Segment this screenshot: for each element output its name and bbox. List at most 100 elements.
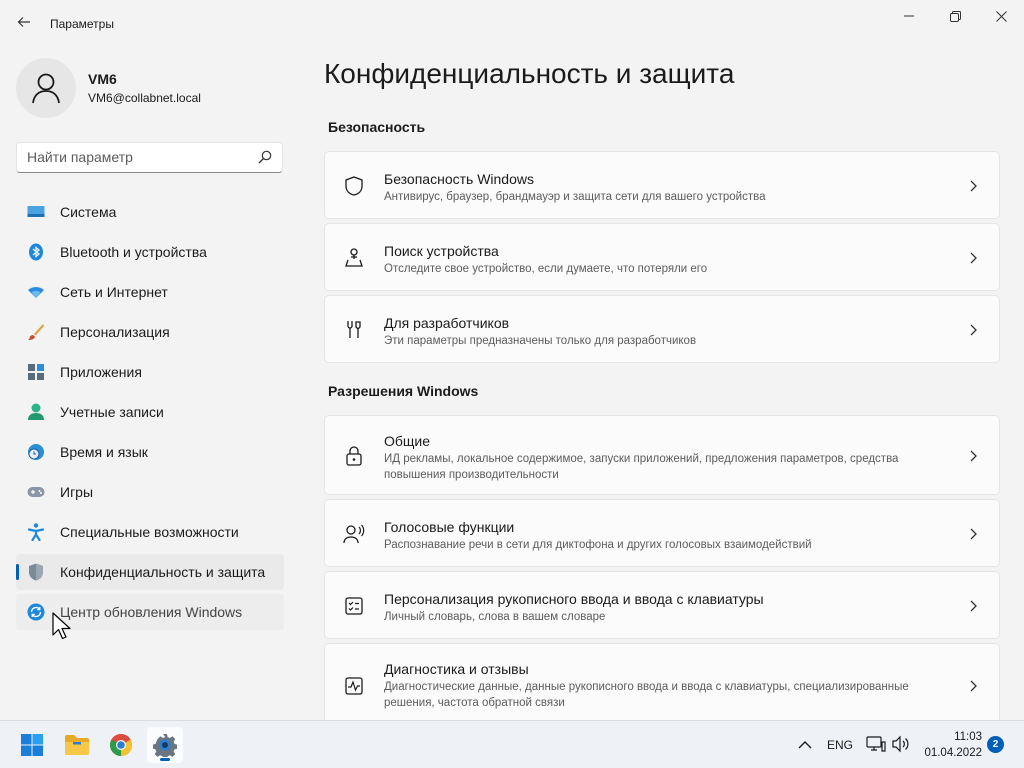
sidebar-item-label: Bluetooth и устройства: [60, 244, 207, 260]
sidebar-item-label: Сеть и Интернет: [60, 284, 168, 300]
card-general[interactable]: Общие ИД рекламы, локальное содержимое, …: [324, 415, 1000, 495]
card-find-my-device[interactable]: Поиск устройства Отследите свое устройст…: [324, 223, 1000, 291]
section-heading-windows-permissions: Разрешения Windows: [328, 383, 479, 399]
chevron-right-icon: [970, 528, 977, 540]
sidebar-item-apps[interactable]: Приложения: [16, 354, 284, 390]
diagnostics-icon: [343, 675, 365, 697]
sidebar-item-label: Время и язык: [60, 444, 148, 460]
section-heading-security: Безопасность: [328, 119, 426, 135]
clock-globe-icon: [27, 443, 45, 461]
sidebar-item-label: Учетные записи: [60, 404, 164, 420]
notification-badge[interactable]: 2: [987, 736, 1004, 753]
card-subtitle: Личный словарь, слова в вашем словаре: [384, 611, 606, 623]
user-name: VM6: [88, 71, 117, 87]
taskbar-settings[interactable]: [147, 727, 183, 763]
clock-time: 11:03: [954, 731, 982, 743]
taskbar-file-explorer[interactable]: [59, 727, 95, 763]
shield-icon: [27, 563, 45, 581]
chrome-icon: [110, 734, 132, 756]
lock-icon: [343, 445, 365, 467]
card-title: Голосовые функции: [384, 519, 515, 535]
developer-tools-icon: [343, 319, 365, 341]
app-title: Параметры: [50, 17, 114, 31]
chevron-right-icon: [970, 600, 977, 612]
shield-outline-icon: [343, 175, 365, 197]
search-box[interactable]: [16, 142, 283, 173]
windows-start-icon: [21, 734, 43, 756]
card-subtitle: ИД рекламы, локальное содержимое, запуск…: [384, 453, 899, 481]
search-input[interactable]: [27, 149, 252, 165]
sidebar-item-label: Специальные возможности: [60, 524, 239, 540]
sidebar-item-label: Центр обновления Windows: [60, 604, 243, 620]
input-language[interactable]: ENG: [827, 738, 853, 752]
chevron-right-icon: [970, 252, 977, 264]
search-icon[interactable]: [258, 150, 272, 169]
chevron-right-icon: [970, 180, 977, 192]
sidebar-item-system[interactable]: Система: [16, 194, 284, 230]
card-subtitle: Диагностические данные, данные рукописно…: [384, 681, 909, 709]
apps-icon: [27, 363, 45, 381]
card-subtitle: Антивирус, браузер, брандмауэр и защита …: [384, 191, 766, 203]
card-title: Для разработчиков: [384, 315, 510, 331]
back-arrow-icon[interactable]: [12, 10, 36, 36]
user-profile[interactable]: VM6 VM6@collabnet.local: [16, 56, 286, 120]
card-speech[interactable]: Голосовые функции Распознавание речи в с…: [324, 499, 1000, 567]
sidebar-item-label: Игры: [60, 484, 94, 500]
sidebar-item-time-language[interactable]: Время и язык: [16, 434, 284, 470]
sidebar-item-privacy-security[interactable]: Конфиденциальность и защита: [16, 554, 284, 590]
sidebar-item-label: Приложения: [60, 364, 142, 380]
sidebar-item-accessibility[interactable]: Специальные возможности: [16, 514, 284, 550]
taskbar-clock[interactable]: 11:03 01.04.2022: [924, 729, 982, 761]
person-icon: [32, 73, 60, 104]
card-title: Диагностика и отзывы: [384, 661, 529, 677]
card-title: Поиск устройства: [384, 243, 499, 259]
card-subtitle: Отследите свое устройство, если думаете,…: [384, 263, 708, 275]
sidebar-item-network[interactable]: Сеть и Интернет: [16, 274, 284, 310]
sidebar-item-personalization[interactable]: Персонализация: [16, 314, 284, 350]
account-icon: [27, 403, 45, 421]
card-subtitle: Эти параметры предназначены только для р…: [384, 335, 697, 347]
taskbar-start-button[interactable]: [14, 727, 50, 763]
speech-icon: [343, 523, 365, 545]
sidebar-item-label: Конфиденциальность и защита: [60, 564, 266, 580]
user-email: VM6@collabnet.local: [88, 91, 201, 105]
active-app-indicator: [160, 758, 170, 761]
card-title: Персонализация рукописного ввода и ввода…: [384, 591, 764, 607]
bluetooth-icon: [27, 243, 45, 261]
chevron-right-icon: [970, 324, 977, 336]
avatar[interactable]: [16, 58, 76, 118]
clock-date: 01.04.2022: [924, 747, 982, 759]
sidebar-item-bluetooth[interactable]: Bluetooth и устройства: [16, 234, 284, 270]
sidebar-item-label: Система: [60, 204, 117, 220]
card-windows-security[interactable]: Безопасность Windows Антивирус, браузер,…: [324, 151, 1000, 219]
location-person-icon: [343, 247, 365, 269]
monitor-icon: [27, 203, 45, 221]
folder-icon: [65, 735, 89, 755]
sidebar-item-accounts[interactable]: Учетные записи: [16, 394, 284, 430]
brush-icon: [27, 323, 45, 341]
gamepad-icon: [27, 483, 45, 501]
taskbar-chrome[interactable]: [103, 727, 139, 763]
checklist-icon: [343, 595, 365, 617]
page-title: Конфиденциальность и защита: [324, 58, 735, 89]
network-icon[interactable]: [866, 734, 886, 754]
card-title: Общие: [384, 433, 431, 449]
card-title: Безопасность Windows: [384, 171, 534, 187]
volume-icon[interactable]: [891, 734, 911, 754]
wifi-icon: [27, 283, 45, 301]
selection-indicator: [16, 564, 19, 580]
sidebar-nav: Система Bluetooth и устройства Сеть и Ин…: [16, 194, 284, 634]
chevron-right-icon: [970, 450, 977, 462]
card-inking-typing[interactable]: Персонализация рукописного ввода и ввода…: [324, 571, 1000, 639]
chevron-right-icon: [970, 680, 977, 692]
card-for-developers[interactable]: Для разработчиков Эти параметры предназн…: [324, 295, 1000, 363]
sidebar-item-gaming[interactable]: Игры: [16, 474, 284, 510]
card-diagnostics-feedback[interactable]: Диагностика и отзывы Диагностические дан…: [324, 643, 1000, 720]
main-content: Конфиденциальность и защита Безопасность…: [324, 0, 1024, 720]
update-icon: [27, 603, 45, 621]
accessibility-icon: [27, 523, 45, 541]
card-subtitle: Распознавание речи в сети для диктофона …: [384, 539, 812, 551]
sidebar-item-windows-update[interactable]: Центр обновления Windows: [16, 594, 284, 630]
chevron-up-icon[interactable]: [795, 736, 815, 754]
sidebar-item-label: Персонализация: [60, 324, 170, 340]
